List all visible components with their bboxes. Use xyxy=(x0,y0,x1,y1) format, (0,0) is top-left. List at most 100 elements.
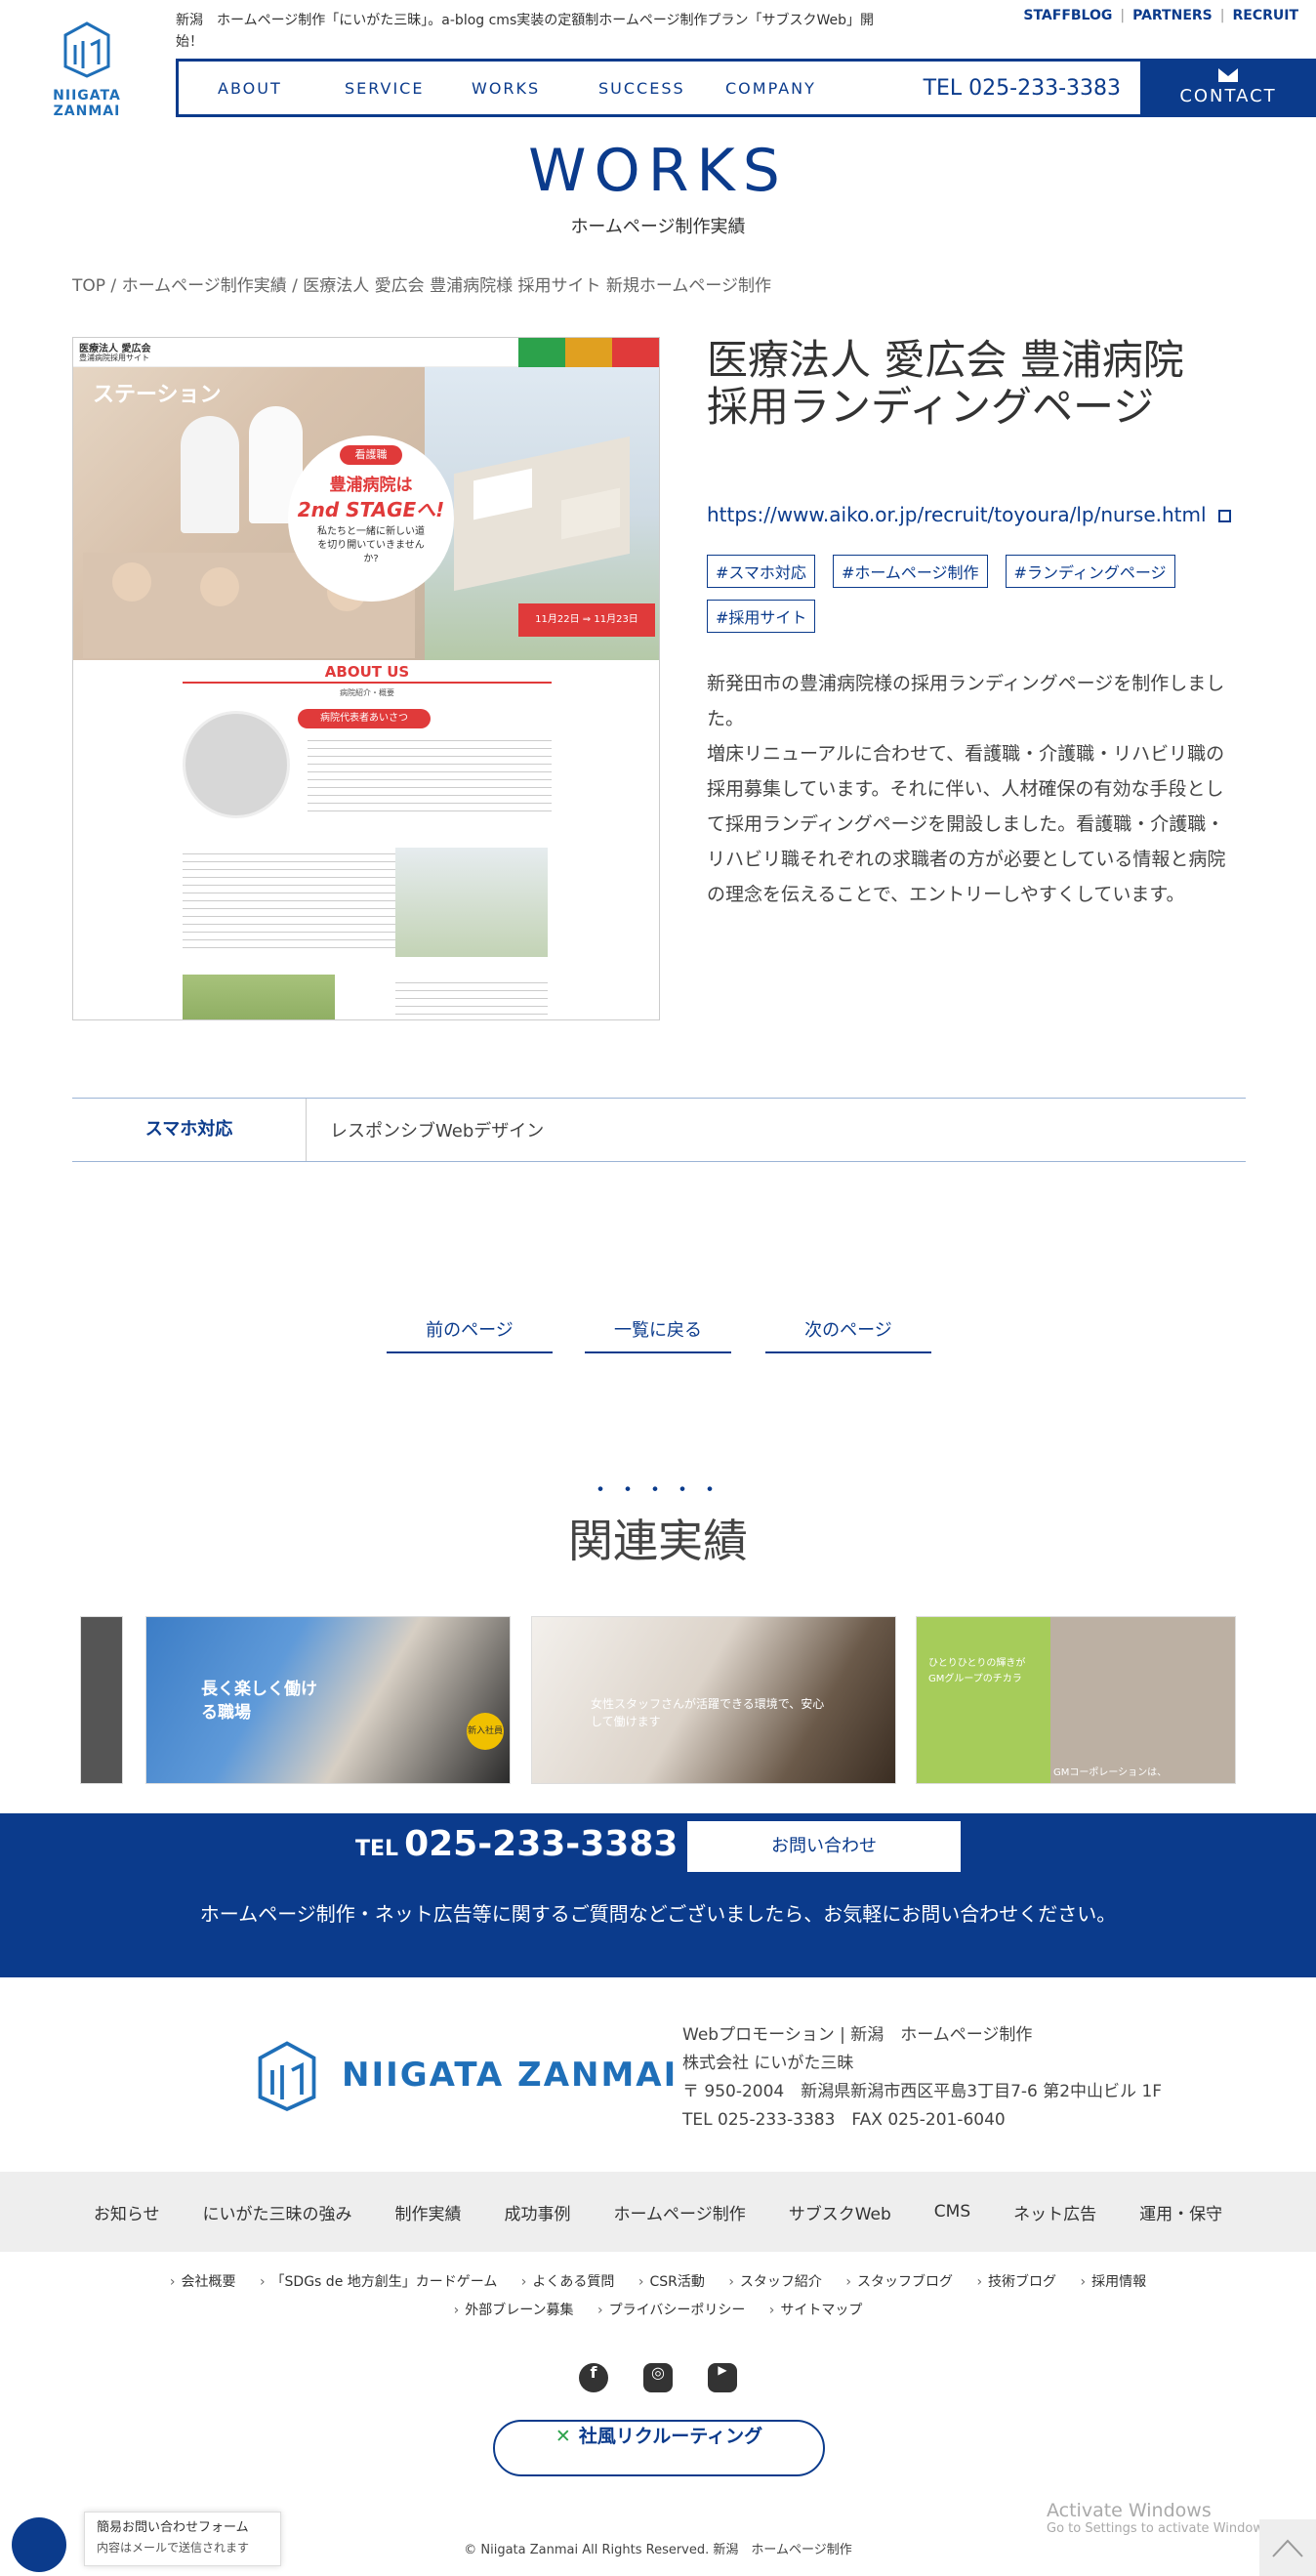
tag-smartphone[interactable]: #スマホ対応 xyxy=(707,555,815,588)
footer-sub-links: 会社概要 「SDGs de 地方創生」カードゲーム よくある質問 CSR活動 ス… xyxy=(0,2271,1316,2291)
contact-label: CONTACT xyxy=(1179,86,1277,106)
facebook-icon[interactable]: f xyxy=(579,2363,608,2392)
footer-link-privacy[interactable]: プライバシーポリシー xyxy=(597,2303,745,2318)
tag-landing-page[interactable]: #ランディングページ xyxy=(1005,555,1175,588)
breadcrumb: TOP / ホームページ制作実績 / 医療法人 愛広会 豊浦病院様 採用サイト … xyxy=(72,276,772,296)
related-card-badge: 新入社員 xyxy=(467,1713,504,1750)
shot-hero-line1: 豊浦病院は xyxy=(329,476,413,495)
footer-nav: お知らせ にいがた三昧の強み 制作実績 成功事例 ホームページ制作 サブスクWe… xyxy=(0,2172,1316,2252)
site-logo[interactable]: NIIGATA ZANMAI xyxy=(23,18,150,119)
related-card-caption: ひとりひとりの輝きがGMグループのチカラ xyxy=(928,1658,1026,1684)
breadcrumb-top[interactable]: TOP xyxy=(72,276,105,296)
tag-recruit-site[interactable]: #採用サイト xyxy=(707,600,816,633)
related-card-partial[interactable] xyxy=(80,1616,123,1784)
breadcrumb-works[interactable]: ホームページ制作実績 xyxy=(122,276,287,296)
main-nav: ABOUT SERVICE WORKS SUCCESS COMPANY TEL … xyxy=(176,59,1142,117)
top-link-recruit[interactable]: RECRUIT xyxy=(1232,8,1298,23)
tag-list: #スマホ対応 #ホームページ制作 #ランディングページ #採用サイト xyxy=(707,555,1254,633)
header-tel[interactable]: TEL 025-233-3383 xyxy=(924,76,1121,101)
footer-logo-mark-icon[interactable] xyxy=(248,2036,326,2118)
footer-link-sitemap[interactable]: サイトマップ xyxy=(769,2303,863,2318)
footer-company-info: Webプロモーション | 新潟 ホームページ制作 株式会社 にいがた三昧 〒 9… xyxy=(682,2021,1162,2135)
footer-link-recruit[interactable]: 採用情報 xyxy=(1081,2274,1147,2290)
chat-bubble-icon[interactable] xyxy=(12,2517,66,2572)
tag-homepage[interactable]: #ホームページ制作 xyxy=(832,555,988,588)
mail-icon xyxy=(1218,68,1238,82)
instagram-icon[interactable]: ◎ xyxy=(643,2363,673,2392)
footer-link-company[interactable]: 会社概要 xyxy=(170,2274,236,2290)
breadcrumb-current: 医療法人 愛広会 豊浦病院様 採用サイト 新規ホームページ制作 xyxy=(303,276,772,296)
related-card-caption: 女性スタッフさんが活躍できる環境で、安心して働けます xyxy=(591,1697,825,1728)
footer-info-line: 〒 950-2004 新潟県新潟市西区平島3丁目7-6 第2中山ビル 1F xyxy=(682,2082,1163,2101)
chevron-up-icon xyxy=(1272,2539,1303,2557)
work-url-link[interactable]: https://www.aiko.or.jp/recruit/toyoura/l… xyxy=(707,503,1231,526)
related-card[interactable]: 長く楽しく働ける職場 新入社員 xyxy=(145,1616,511,1784)
footer-link-techblog[interactable]: 技術ブログ xyxy=(976,2274,1056,2290)
watermark-line1: Activate Windows xyxy=(1047,2500,1212,2521)
logo-mark-icon xyxy=(63,21,110,78)
windows-watermark: Activate Windows Go to Settings to activ… xyxy=(1047,2500,1274,2536)
footer-nav-maintenance[interactable]: 運用・保守 xyxy=(1139,2200,1222,2224)
prev-page-link[interactable]: 前のページ xyxy=(387,1316,553,1353)
spec-key: スマホ対応 xyxy=(72,1099,307,1161)
chat-title: 簡易お問い合わせフォーム xyxy=(97,2520,249,2535)
shot-stage-text: ステーション xyxy=(93,383,222,407)
related-card-caption: 長く楽しく働ける職場 xyxy=(201,1680,317,1723)
cta-tel-prefix: TEL xyxy=(355,1837,399,1861)
footer-info-line: Webプロモーション | 新潟 ホームページ制作 xyxy=(682,2025,1033,2045)
work-screenshot: 医療法人 愛広会 豊浦病院採用サイト ステーション 看護職 豊浦病院は 2nd … xyxy=(72,337,660,1020)
nav-service[interactable]: SERVICE xyxy=(306,79,432,98)
cta-inquiry-button[interactable]: お問い合わせ xyxy=(687,1821,961,1872)
footer-link-staff[interactable]: スタッフ紹介 xyxy=(728,2274,822,2290)
footer-nav-strengths[interactable]: にいがた三昧の強み xyxy=(203,2200,352,2224)
footer-link-faq[interactable]: よくある質問 xyxy=(521,2274,615,2290)
shot-greeting: 病院代表者あいさつ xyxy=(298,709,431,728)
spec-row: スマホ対応 レスポンシブWebデザイン xyxy=(72,1098,1246,1162)
footer-link-brain[interactable]: 外部ブレーン募集 xyxy=(454,2303,574,2318)
footer-nav-cms[interactable]: CMS xyxy=(934,2202,970,2222)
footer-nav-works[interactable]: 制作実績 xyxy=(395,2200,462,2224)
page-title-ja: ホームページ制作実績 xyxy=(570,217,746,237)
nav-success[interactable]: SUCCESS xyxy=(559,79,686,98)
nav-works[interactable]: WORKS xyxy=(432,79,559,98)
related-card[interactable]: 女性スタッフさんが活躍できる環境で、安心して働けます xyxy=(531,1616,896,1784)
nav-about[interactable]: ABOUT xyxy=(179,79,306,98)
footer-nav-subscweb[interactable]: サブスクWeb xyxy=(789,2200,891,2224)
shot-about-sub: 病院紹介・概要 xyxy=(340,688,394,697)
youtube-icon[interactable]: ▶ xyxy=(708,2363,737,2392)
footer-nav-ads[interactable]: ネット広告 xyxy=(1013,2200,1096,2224)
work-title-line1: 医療法人 愛広会 豊浦病院 xyxy=(707,336,1184,384)
footer-info-line: 株式会社 にいがた三昧 xyxy=(682,2054,854,2073)
footer-nav-news[interactable]: お知らせ xyxy=(94,2200,160,2224)
nav-company[interactable]: COMPANY xyxy=(686,79,814,98)
watermark-line2: Go to Settings to activate Windows. xyxy=(1047,2521,1274,2536)
footer-nav-success[interactable]: 成功事例 xyxy=(505,2200,571,2224)
back-to-list-link[interactable]: 一覧に戻る xyxy=(585,1316,731,1353)
footer-info-line: TEL 025-233-3383 FAX 025-201-6040 xyxy=(682,2110,1006,2130)
next-page-link[interactable]: 次のページ xyxy=(765,1316,931,1353)
shot-about: ABOUT US xyxy=(324,663,410,681)
recruit-label: 社風リクルーティング xyxy=(578,2426,763,2447)
logo-text: NIIGATA ZANMAI xyxy=(53,88,121,119)
footer-nav-homepage[interactable]: ホームページ制作 xyxy=(614,2200,746,2224)
footer-link-sdgs[interactable]: 「SDGs de 地方創生」カードゲーム xyxy=(260,2274,497,2290)
recruit-banner-button[interactable]: ✕ 社風リクルーティング xyxy=(493,2420,825,2476)
shot-hero-line2: 2nd STAGEへ! xyxy=(297,498,445,521)
footer-logo-text[interactable]: NIIGATA ZANMAI xyxy=(342,2056,678,2095)
top-link-staffblog[interactable]: STAFFBLOG xyxy=(1023,8,1112,23)
chat-subtitle: 内容はメールで送信されます xyxy=(97,2541,250,2555)
shot-event: 11月22日 ⇒ 11月23日 xyxy=(518,603,655,637)
chat-widget[interactable]: 簡易お問い合わせフォーム 内容はメールで送信されます xyxy=(84,2512,281,2566)
external-link-icon xyxy=(1217,510,1231,522)
spec-value: レスポンシブWebデザイン xyxy=(330,1121,545,1142)
back-to-top-button[interactable] xyxy=(1259,2519,1316,2576)
footer-link-staffblog[interactable]: スタッフブログ xyxy=(845,2274,953,2290)
related-card[interactable]: ひとりひとりの輝きがGMグループのチカラ GMコーポレーションは、 xyxy=(916,1616,1236,1784)
shot-hero-badge: 看護職 xyxy=(340,445,402,465)
announcement[interactable]: 新潟 ホームページ制作「にいがた三昧」。a-blog cms実装の定額制ホームペ… xyxy=(176,10,879,53)
cta-tel[interactable]: TEL 025-233-3383 xyxy=(355,1824,678,1864)
footer-link-csr[interactable]: CSR活動 xyxy=(638,2274,705,2290)
top-links: STAFFBLOG | PARTNERS | RECRUIT xyxy=(1023,8,1298,23)
contact-button[interactable]: CONTACT xyxy=(1140,59,1316,117)
top-link-partners[interactable]: PARTNERS xyxy=(1132,8,1213,23)
